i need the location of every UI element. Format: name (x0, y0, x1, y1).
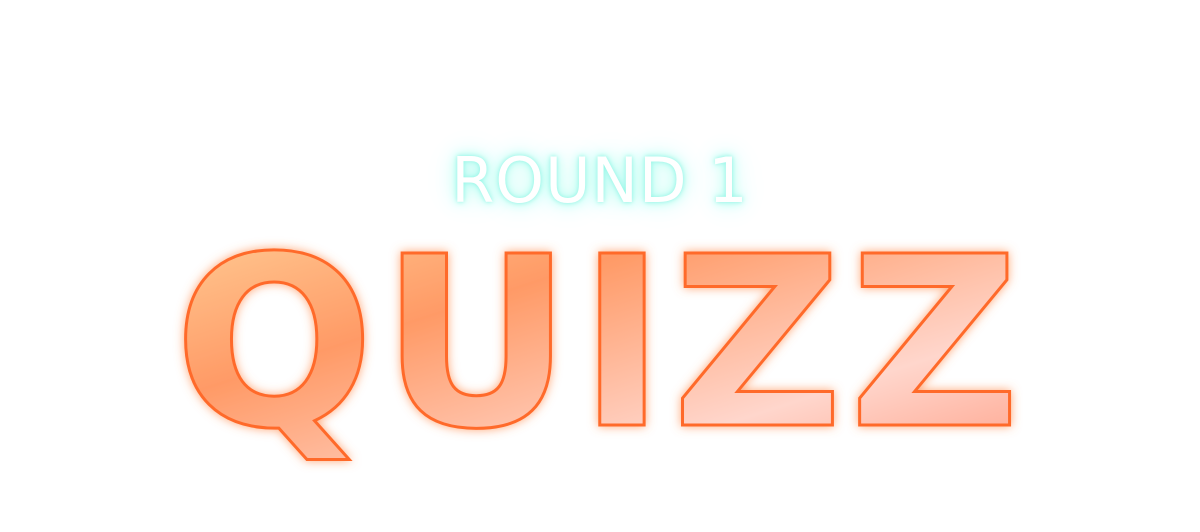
title-screen: ROUND 1 QUIZZ (0, 0, 1200, 532)
quiz-title-logo: QUIZZ (172, 205, 1021, 483)
quiz-title-text: QUIZZ (174, 206, 1026, 481)
